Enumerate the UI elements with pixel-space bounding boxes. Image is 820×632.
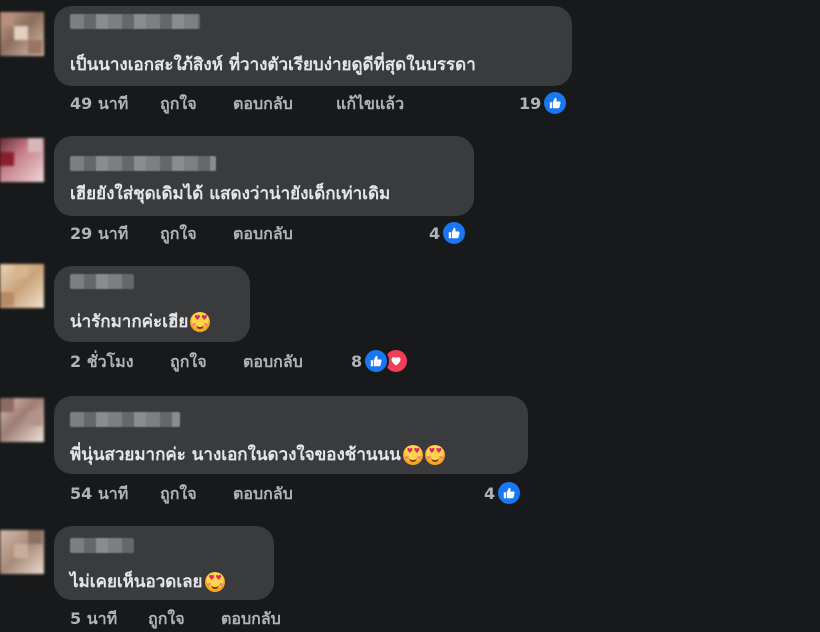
comment-text: น่ารักมากค่ะเฮีย (70, 308, 211, 335)
commenter-name[interactable] (70, 156, 216, 171)
commenter-name[interactable] (70, 14, 200, 29)
reaction-count: 4 (484, 483, 496, 503)
comment-text: เฮียยังใส่ชุดเดิมได้ แสดงว่าน่ายังเด็กเท… (70, 180, 390, 207)
avatar[interactable] (0, 398, 44, 442)
comment-bubble: น่ารักมากค่ะเฮีย (54, 266, 250, 342)
comment-text-content: ไม่เคยเห็นอวดเลย (70, 572, 203, 592)
reaction-summary[interactable]: 4 (484, 480, 523, 506)
comment-text-content: เป็นนางเอกสะใภ้สิงห์ ที่วางตัวเรียบง่ายด… (70, 55, 476, 75)
edited-label: แก้ไขแล้ว (336, 94, 405, 113)
reply-link[interactable]: ตอบกลับ (233, 482, 293, 507)
reaction-count: 8 (351, 351, 363, 371)
comment-bubble: ไม่เคยเห็นอวดเลย (54, 526, 274, 600)
reply-link[interactable]: ตอบกลับ (233, 92, 293, 117)
like-icon (496, 480, 523, 506)
comment-text: เป็นนางเอกสะใภ้สิงห์ ที่วางตัวเรียบง่ายด… (70, 51, 476, 78)
comment-bubble: เฮียยังใส่ชุดเดิมได้ แสดงว่าน่ายังเด็กเท… (54, 136, 474, 216)
commenter-name[interactable] (70, 538, 134, 553)
comment-text: พี่นุ่นสวยมากค่ะ นางเอกในดวงใจของช้านนน (70, 441, 445, 468)
reply-link[interactable]: ตอบกลับ (221, 607, 281, 632)
comment-timestamp[interactable]: 29 นาที (70, 222, 128, 247)
comment-text: ไม่เคยเห็นอวดเลย (70, 568, 225, 595)
like-icon (441, 220, 468, 246)
reaction-summary[interactable]: 19 (519, 90, 569, 116)
comment-meta: 29 นาที ถูกใจ ตอบกลับ (70, 222, 370, 244)
smiling-face-with-hearts-icon (190, 311, 211, 332)
comment-timestamp[interactable]: 54 นาที (70, 482, 128, 507)
like-icon (363, 348, 390, 374)
smiling-face-with-hearts-icon (204, 571, 225, 592)
avatar[interactable] (0, 138, 44, 182)
avatar[interactable] (0, 530, 44, 574)
commenter-name[interactable] (70, 412, 180, 427)
commenter-name[interactable] (70, 274, 134, 289)
like-link[interactable]: ถูกใจ (148, 607, 185, 632)
comment-meta: 49 นาที ถูกใจ ตอบกลับ แก้ไขแล้ว (70, 92, 570, 114)
reply-link[interactable]: ตอบกลับ (233, 222, 293, 247)
avatar[interactable] (0, 264, 44, 308)
comment-bubble: พี่นุ่นสวยมากค่ะ นางเอกในดวงใจของช้านนน (54, 396, 528, 474)
like-icon (542, 90, 569, 116)
comment-meta: 5 นาที ถูกใจ ตอบกลับ (70, 607, 370, 629)
reaction-count: 19 (519, 93, 542, 113)
smiling-face-with-hearts-icon (402, 444, 423, 465)
comment-text-content: น่ารักมากค่ะเฮีย (70, 312, 189, 332)
comment-timestamp[interactable]: 2 ชั่วโมง (70, 350, 134, 375)
reaction-summary[interactable]: 4 (429, 220, 468, 246)
reaction-count: 4 (429, 223, 441, 243)
like-link[interactable]: ถูกใจ (160, 92, 197, 117)
reply-link[interactable]: ตอบกลับ (243, 350, 303, 375)
smiling-face-with-hearts-icon (424, 444, 445, 465)
avatar[interactable] (0, 12, 44, 56)
reaction-summary[interactable]: 8 (351, 348, 410, 374)
comment-text-content: พี่นุ่นสวยมากค่ะ นางเอกในดวงใจของช้านนน (70, 445, 401, 465)
comment-timestamp[interactable]: 5 นาที (70, 607, 117, 632)
like-link[interactable]: ถูกใจ (160, 482, 197, 507)
like-link[interactable]: ถูกใจ (160, 222, 197, 247)
comment-text-content: เฮียยังใส่ชุดเดิมได้ แสดงว่าน่ายังเด็กเท… (70, 184, 391, 204)
comment-meta: 54 นาที ถูกใจ ตอบกลับ (70, 482, 370, 504)
like-link[interactable]: ถูกใจ (170, 350, 207, 375)
comment-timestamp[interactable]: 49 นาที (70, 92, 128, 117)
comment-bubble: เป็นนางเอกสะใภ้สิงห์ ที่วางตัวเรียบง่ายด… (54, 6, 572, 86)
comment-meta: 2 ชั่วโมง ถูกใจ ตอบกลับ (70, 350, 370, 372)
